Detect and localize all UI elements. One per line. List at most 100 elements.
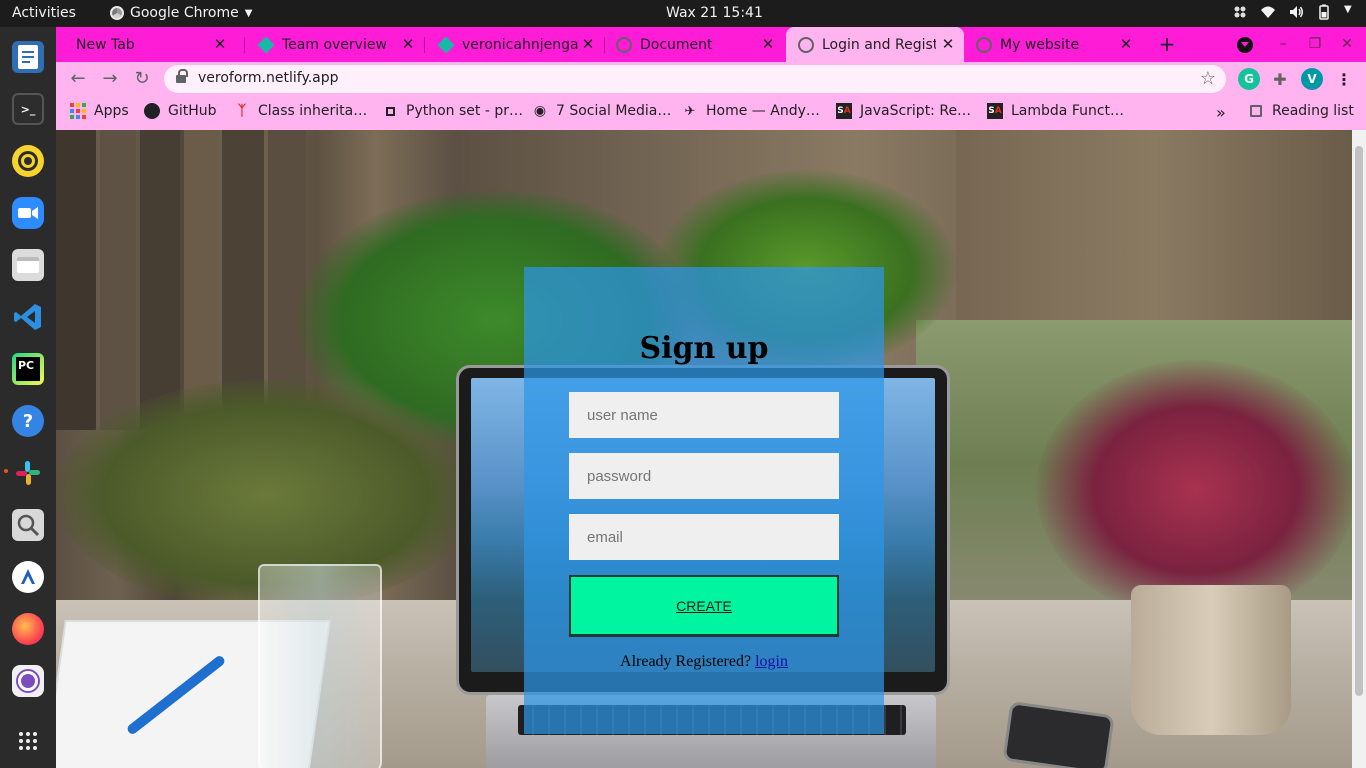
already-registered-label: Already Registered?	[620, 653, 752, 670]
bookmark-javascript[interactable]: SA JavaScript: Re…	[836, 103, 971, 119]
login-link[interactable]: login	[755, 653, 788, 670]
reading-list-button[interactable]: Reading list	[1248, 103, 1354, 119]
address-bar[interactable]: veroform.netlify.app ☆	[164, 65, 1226, 93]
tab-document[interactable]: Document ✕	[604, 27, 784, 62]
pycharm-icon[interactable]: PC	[12, 353, 44, 385]
back-icon[interactable]: ←	[68, 69, 88, 89]
close-icon[interactable]: ✕	[760, 36, 776, 52]
tab-my-website[interactable]: My website ✕	[966, 27, 1142, 62]
terminal-icon[interactable]: >_	[12, 93, 44, 125]
forward-icon[interactable]: →	[100, 69, 120, 89]
signup-form: Sign up CREATE Already Registered? login	[524, 267, 884, 734]
bookmark-label: Home — Andy…	[706, 103, 820, 119]
bookmark-star-icon[interactable]: ☆	[1200, 68, 1216, 89]
close-icon[interactable]: ✕	[580, 36, 596, 52]
close-icon[interactable]: ✕	[940, 36, 956, 52]
bookmark-label: JavaScript: Re…	[860, 103, 972, 119]
bookmarks-bar: Apps GitHub ᛉ Class inherita… Python set…	[56, 96, 1366, 130]
clock[interactable]: Wax 21 15:41	[666, 5, 763, 21]
new-tab-button[interactable]: +	[1157, 34, 1177, 54]
tab-team-overview[interactable]: Team overview | ✕	[244, 27, 424, 62]
software-center-icon[interactable]	[12, 561, 44, 593]
bookmark-label: Lambda Funct…	[1011, 103, 1125, 119]
obs-icon[interactable]	[12, 665, 44, 697]
lock-icon[interactable]	[176, 69, 188, 85]
rhythmbox-icon[interactable]	[12, 145, 44, 177]
bookmark-lambda[interactable]: SA Lambda Funct…	[987, 103, 1124, 119]
sa-icon: SA	[987, 103, 1003, 119]
plane-icon: ✈	[684, 103, 696, 119]
minimize-icon[interactable]: –	[1274, 35, 1292, 53]
scrollbar-thumb[interactable]	[1355, 146, 1363, 696]
bookmark-python-set[interactable]: Python set - pr…	[382, 103, 523, 119]
battery-icon[interactable]	[1316, 4, 1332, 20]
username-input[interactable]	[569, 392, 839, 438]
reload-icon[interactable]: ↻	[132, 69, 152, 89]
screenshot-icon[interactable]	[12, 509, 44, 541]
bookmark-label: Apps	[94, 103, 129, 119]
running-indicator	[4, 469, 8, 473]
more-bookmarks-icon[interactable]: »	[1216, 103, 1226, 122]
show-applications-icon[interactable]	[12, 725, 44, 757]
slack-icon[interactable]	[12, 457, 44, 489]
bookmark-social-media[interactable]: ◉ 7 Social Media…	[532, 103, 671, 119]
window-close-icon[interactable]: ✕	[1338, 35, 1356, 53]
close-icon[interactable]: ✕	[400, 36, 416, 52]
grammarly-icon[interactable]: G	[1238, 68, 1260, 90]
globe-icon	[798, 36, 814, 53]
bookmark-github[interactable]: GitHub	[144, 103, 217, 119]
url-text[interactable]: veroform.netlify.app	[198, 70, 339, 86]
tab-veronicahnjenga[interactable]: veronicahnjenga ✕	[424, 27, 604, 62]
signal-icon: ◉	[533, 103, 547, 119]
diamond-icon	[437, 36, 455, 53]
kebab-menu-icon[interactable]: ⋮	[1333, 68, 1355, 90]
extensions-puzzle-icon[interactable]: ✚	[1269, 68, 1291, 90]
tab-login-and-registration[interactable]: Login and Regist ✕	[786, 27, 964, 62]
system-top-bar: Activities Google Chrome ▼ Wax 21 15:41 …	[0, 0, 1366, 27]
bookmark-home-andy[interactable]: ✈ Home — Andy…	[682, 103, 820, 119]
github-icon	[144, 103, 160, 119]
text-editor-icon[interactable]	[12, 41, 44, 73]
bookmark-label: GitHub	[168, 103, 217, 119]
browser-window: New Tab ✕ Team overview | ✕ veronicahnje…	[56, 27, 1366, 768]
reading-list-label: Reading list	[1272, 103, 1354, 119]
activities-button[interactable]: Activities	[12, 5, 76, 21]
tab-title: New Tab	[76, 36, 135, 53]
figure-icon: ᛉ	[237, 103, 247, 119]
bookmark-apps[interactable]: Apps	[70, 103, 129, 119]
page-scrollbar[interactable]	[1352, 130, 1366, 768]
tab-title: Document	[640, 36, 713, 53]
wifi-icon[interactable]	[1260, 4, 1276, 20]
zoom-icon[interactable]	[12, 197, 44, 229]
form-title: Sign up	[639, 331, 769, 366]
maximize-icon[interactable]: ❐	[1306, 35, 1324, 53]
files-icon[interactable]	[12, 249, 44, 281]
tab-title: veronicahnjenga	[462, 36, 578, 53]
slack-tray-icon[interactable]	[1232, 4, 1248, 20]
chrome-icon	[110, 6, 124, 20]
chevron-down-icon: ▼	[244, 7, 253, 19]
tab-search-icon[interactable]	[1237, 37, 1253, 53]
bookmark-label: Python set - pr…	[406, 103, 523, 119]
firefox-icon[interactable]	[12, 613, 44, 645]
close-icon[interactable]: ✕	[1118, 36, 1134, 52]
square-icon	[382, 103, 398, 119]
create-button[interactable]: CREATE	[569, 575, 839, 637]
tab-new-tab[interactable]: New Tab ✕	[56, 27, 236, 62]
app-menu[interactable]: Google Chrome ▼	[110, 5, 252, 21]
system-menu-chevron-icon[interactable]: ▼	[1344, 4, 1354, 20]
close-icon[interactable]: ✕	[212, 36, 228, 52]
help-icon[interactable]: ?	[12, 405, 44, 437]
bookmark-class-inheritance[interactable]: ᛉ Class inherita…	[234, 103, 367, 119]
system-tray[interactable]: ▼	[1232, 4, 1354, 20]
browser-toolbar: ← → ↻ veroform.netlify.app ☆ G ✚ V ⋮	[56, 62, 1366, 96]
dock: >_ PC ?	[0, 27, 56, 768]
vscode-icon[interactable]	[12, 301, 44, 333]
diamond-icon	[257, 36, 275, 53]
password-input[interactable]	[569, 453, 839, 499]
volume-icon[interactable]	[1288, 4, 1304, 20]
email-input[interactable]	[569, 514, 839, 560]
profile-avatar[interactable]: V	[1301, 68, 1323, 90]
sa-icon: SA	[836, 103, 852, 119]
tab-title: Team overview |	[282, 36, 392, 53]
